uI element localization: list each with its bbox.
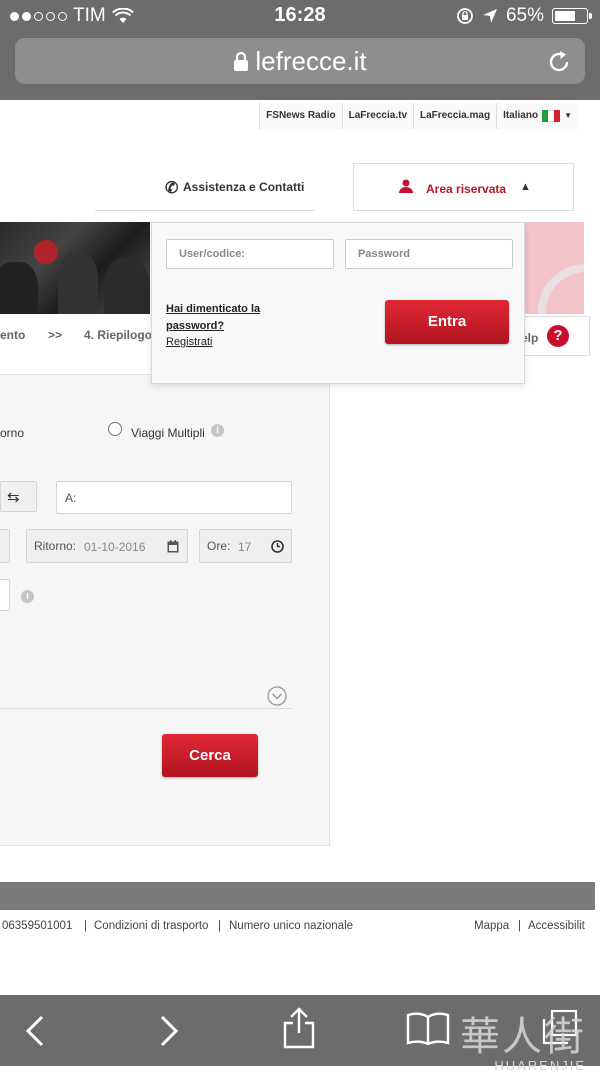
password-input[interactable]: Password: [345, 239, 513, 269]
link-lafreccia-tv[interactable]: LaFreccia.tv: [341, 103, 414, 129]
promo-image: [520, 222, 584, 314]
banner-figure: [34, 240, 58, 264]
forward-arrow-icon[interactable]: [158, 1015, 180, 1047]
info-icon[interactable]: i: [21, 590, 34, 603]
language-selector[interactable]: Italiano ▼: [496, 103, 578, 129]
language-label: Italiano: [503, 110, 539, 121]
rotation-lock-icon: [457, 8, 473, 24]
reserved-area-toggle[interactable]: Area riservata ▲: [353, 163, 574, 211]
multi-trip-label: Viaggi Multipli: [131, 426, 205, 440]
reload-icon[interactable]: [547, 50, 571, 74]
battery-icon: [552, 8, 592, 24]
return-label: Ritorno:: [34, 539, 77, 553]
hour-value: 17: [238, 540, 252, 554]
footer-separator: |: [84, 920, 87, 932]
destination-field[interactable]: A:: [56, 481, 292, 514]
location-arrow-icon: [482, 9, 497, 23]
lock-icon: [234, 51, 249, 71]
return-date: 01-10-2016: [84, 540, 146, 554]
return-trip-label: orno: [0, 426, 25, 440]
multi-trip-radio[interactable]: [108, 422, 122, 436]
user-icon: [399, 179, 413, 193]
info-icon[interactable]: i: [211, 424, 224, 437]
reserved-area-label: Area riservata: [426, 182, 507, 196]
footer-separator: |: [218, 920, 221, 932]
url-field[interactable]: lefrecce.it: [15, 38, 585, 84]
browser-address-bar: lefrecce.it: [0, 32, 600, 100]
divider: [0, 708, 292, 709]
accessibility-link[interactable]: Accessibilit: [528, 920, 585, 932]
footer-links: 06359501001 | Condizioni di trasporto | …: [0, 918, 600, 936]
footer-bar: [0, 882, 595, 910]
chevron-up-icon: ▲: [520, 181, 531, 193]
user-code-input[interactable]: User/codice:: [166, 239, 334, 269]
italy-flag-icon: [542, 110, 561, 122]
passenger-field-edge[interactable]: [0, 579, 10, 611]
top-links-bar: FSNews Radio LaFreccia.tv LaFreccia.mag …: [259, 103, 578, 129]
register-link[interactable]: Registrati: [166, 336, 212, 348]
login-button[interactable]: Entra: [385, 300, 509, 344]
login-dropdown: User/codice: Password Hai dimenticato la…: [151, 222, 525, 384]
calendar-icon: [167, 540, 179, 553]
swap-stations-button[interactable]: ⇆: [0, 481, 37, 512]
assistance-label: Assistenza e Contatti: [183, 180, 305, 194]
banner-figure: [58, 252, 98, 314]
share-icon[interactable]: [283, 1007, 315, 1049]
footer-separator: |: [518, 920, 521, 932]
chevron-down-icon: ▼: [564, 111, 572, 120]
password-placeholder: Password: [358, 248, 410, 260]
question-icon: ?: [547, 325, 569, 347]
step-separator: >>: [48, 328, 63, 342]
return-hour-field[interactable]: Ore: 17: [199, 529, 292, 563]
assistance-contacts-link[interactable]: ✆ Assistenza e Contatti: [95, 168, 315, 211]
step-summary: 4. Riepilogo: [84, 328, 153, 342]
promo-shape: [538, 264, 584, 314]
vat-number: 06359501001: [2, 920, 73, 932]
national-number-link[interactable]: Numero unico nazionale: [229, 920, 353, 932]
step-label: ento: [0, 328, 26, 342]
link-lafreccia-mag[interactable]: LaFreccia.mag: [413, 103, 497, 129]
user-code-placeholder: User/codice:: [179, 248, 246, 260]
status-right: 65%: [456, 5, 592, 27]
banner-image: [0, 222, 150, 314]
search-button[interactable]: Cerca: [162, 734, 258, 777]
return-date-field[interactable]: Ritorno: 01-10-2016: [26, 529, 188, 563]
banner-figure: [0, 262, 38, 314]
search-panel: orno Viaggi Multipli i ⇆ A: Ritorno: 01-…: [0, 374, 330, 846]
map-link[interactable]: Mappa: [474, 920, 509, 932]
url-domain: lefrecce.it: [255, 46, 367, 76]
watermark-logo: 華人街 HUARENJIE: [460, 1004, 586, 1073]
watermark-chinese: 華人街: [460, 1014, 586, 1060]
hour-label: Ore:: [207, 539, 231, 553]
phone-icon: ✆: [165, 180, 179, 197]
url-text-wrap: lefrecce.it: [15, 46, 585, 77]
back-arrow-icon[interactable]: [24, 1015, 46, 1047]
swap-arrows-icon: ⇆: [7, 489, 20, 506]
expand-chevron-icon[interactable]: [267, 686, 287, 706]
destination-label: A:: [65, 491, 77, 505]
bookmarks-icon[interactable]: [406, 1011, 450, 1045]
banner-figure: [104, 258, 150, 314]
status-bar: TIM 16:28 65%: [0, 0, 600, 32]
clock-icon: [271, 540, 284, 553]
forgot-password-link[interactable]: Hai dimenticato la password?: [166, 301, 286, 335]
transport-conditions-link[interactable]: Condizioni di trasporto: [94, 920, 208, 932]
link-fsnews-radio[interactable]: FSNews Radio: [259, 103, 342, 129]
battery-percent: 65%: [505, 5, 544, 26]
departure-field-edge[interactable]: [0, 529, 10, 563]
